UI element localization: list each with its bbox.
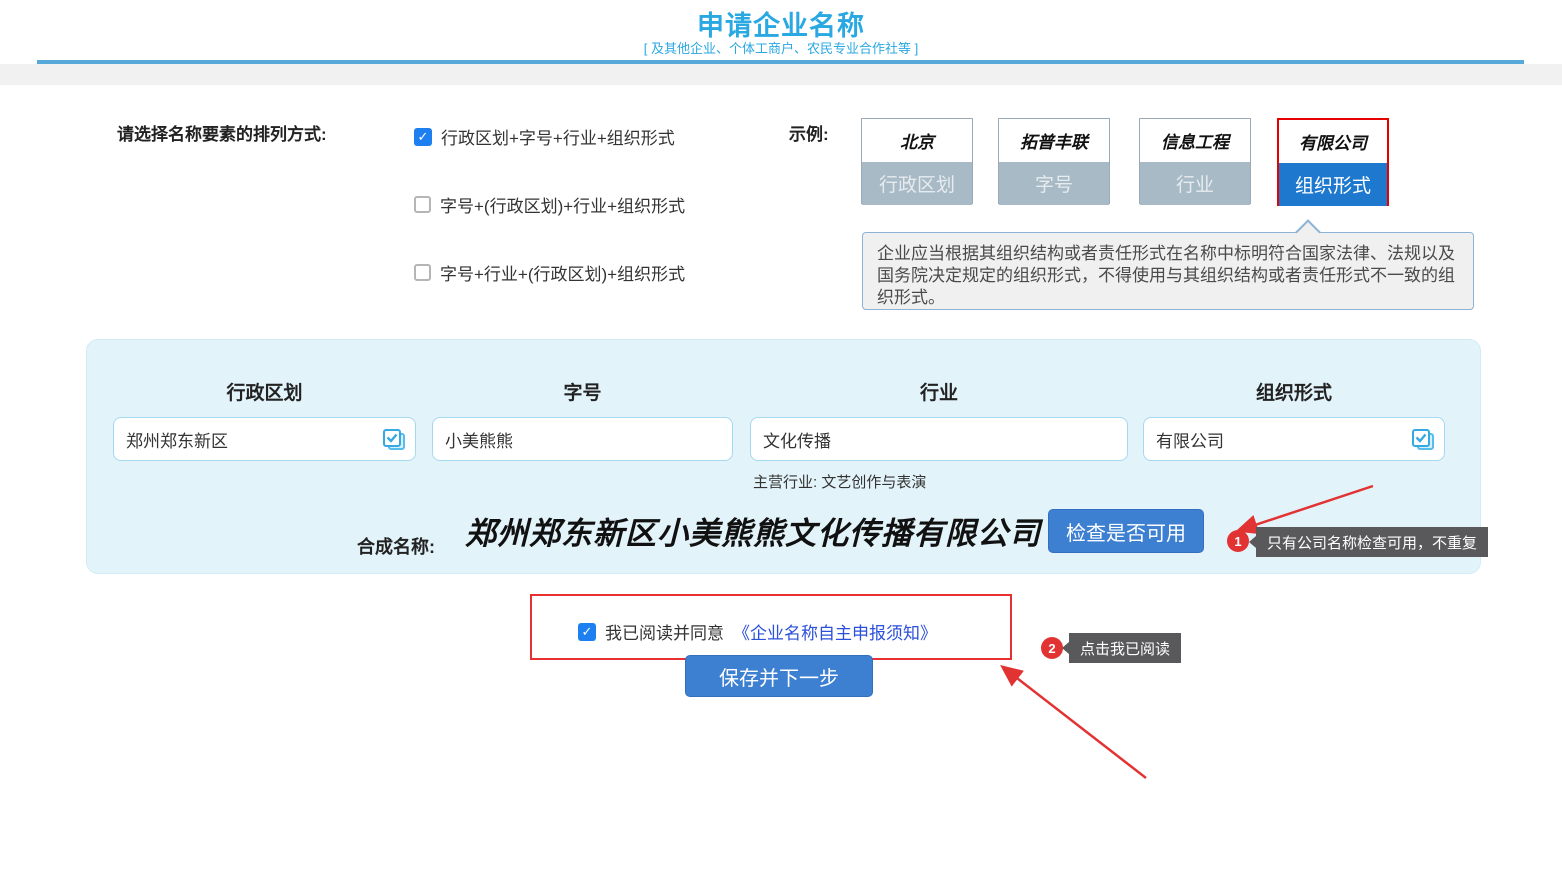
example-box-tradename: 拓普丰联 字号: [998, 118, 1110, 204]
annotation-step2-badge: 2: [1041, 637, 1063, 659]
check-availability-button[interactable]: 检查是否可用: [1048, 509, 1204, 553]
column-header-tradename: 字号: [432, 378, 733, 405]
example-box-orgform-category: 组织形式: [1279, 163, 1387, 206]
orgform-info-text: 企业应当根据其组织结构或者责任形式在名称中标明符合国家法律、法规以及国务院决定规…: [877, 244, 1455, 307]
column-header-orgform: 组织形式: [1143, 378, 1445, 405]
checkbox-unchecked-icon[interactable]: [414, 264, 431, 281]
main-industry-hint: 主营行业: 文艺创作与表演: [753, 471, 926, 492]
arrangement-option-2-label: 字号+(行政区划)+行业+组织形式: [440, 192, 685, 217]
tradename-field-wrap: [432, 417, 733, 461]
checkbox-unchecked-icon[interactable]: [414, 196, 431, 213]
arrow-to-agreement: [1004, 668, 1146, 778]
arrangement-option-2[interactable]: 字号+(行政区划)+行业+组织形式: [414, 192, 685, 217]
agreement-notice-link[interactable]: 《企业名称自主申报须知》: [733, 619, 937, 644]
column-header-industry: 行业: [750, 378, 1128, 405]
example-box-industry-category: 行业: [1140, 162, 1250, 205]
example-box-orgform: 有限公司 组织形式: [1277, 118, 1389, 206]
arrangement-label: 请选择名称要素的排列方式:: [117, 120, 327, 145]
annotation-step1-badge: 1: [1227, 530, 1249, 552]
orgform-info-note: 企业应当根据其组织结构或者责任形式在名称中标明符合国家法律、法规以及国务院决定规…: [862, 232, 1474, 310]
checkbox-checked-icon[interactable]: ✓: [414, 128, 432, 146]
arrangement-option-1-label: 行政区划+字号+行业+组织形式: [441, 124, 675, 149]
orgform-picker-icon[interactable]: [1410, 427, 1436, 453]
agreement-text: 我已阅读并同意: [605, 619, 724, 644]
industry-input[interactable]: [751, 418, 1127, 460]
example-box-tradename-category: 字号: [999, 162, 1109, 205]
annotation-step2-tooltip: 点击我已阅读: [1069, 633, 1181, 663]
example-box-region-category: 行政区划: [862, 162, 972, 205]
composed-name-label: 合成名称:: [357, 533, 435, 559]
example-box-tradename-value: 拓普丰联: [999, 119, 1109, 162]
toolbar-strip: [0, 64, 1562, 85]
composed-name-value: 郑州郑东新区小美熊熊文化传播有限公司: [465, 508, 1040, 553]
region-input[interactable]: [114, 418, 415, 460]
orgform-input[interactable]: [1144, 418, 1444, 460]
arrangement-option-3[interactable]: 字号+行业+(行政区划)+组织形式: [414, 260, 685, 285]
example-box-region: 北京 行政区划: [861, 118, 973, 204]
save-next-button[interactable]: 保存并下一步: [685, 655, 873, 697]
tradename-input[interactable]: [433, 418, 732, 460]
column-header-region: 行政区划: [113, 378, 416, 405]
note-caret-icon: [1295, 219, 1320, 244]
example-label: 示例:: [789, 120, 829, 145]
region-field-wrap: [113, 417, 416, 461]
arrangement-option-3-label: 字号+行业+(行政区划)+组织形式: [440, 260, 685, 285]
region-picker-icon[interactable]: [381, 427, 407, 453]
agreement-checkbox[interactable]: ✓: [578, 623, 596, 641]
example-box-industry: 信息工程 行业: [1139, 118, 1251, 204]
page-subtitle: [ 及其他企业、个体工商户、农民专业合作社等 ]: [0, 38, 1562, 57]
example-box-region-value: 北京: [862, 119, 972, 162]
example-box-industry-value: 信息工程: [1140, 119, 1250, 162]
industry-field-wrap: [750, 417, 1128, 461]
arrangement-option-1[interactable]: ✓ 行政区划+字号+行业+组织形式: [414, 124, 675, 149]
example-box-orgform-value: 有限公司: [1279, 120, 1387, 163]
orgform-field-wrap: [1143, 417, 1445, 461]
annotation-step1-tooltip: 只有公司名称检查可用，不重复: [1256, 527, 1488, 557]
agreement-row: ✓ 我已阅读并同意 《企业名称自主申报须知》: [578, 619, 937, 644]
